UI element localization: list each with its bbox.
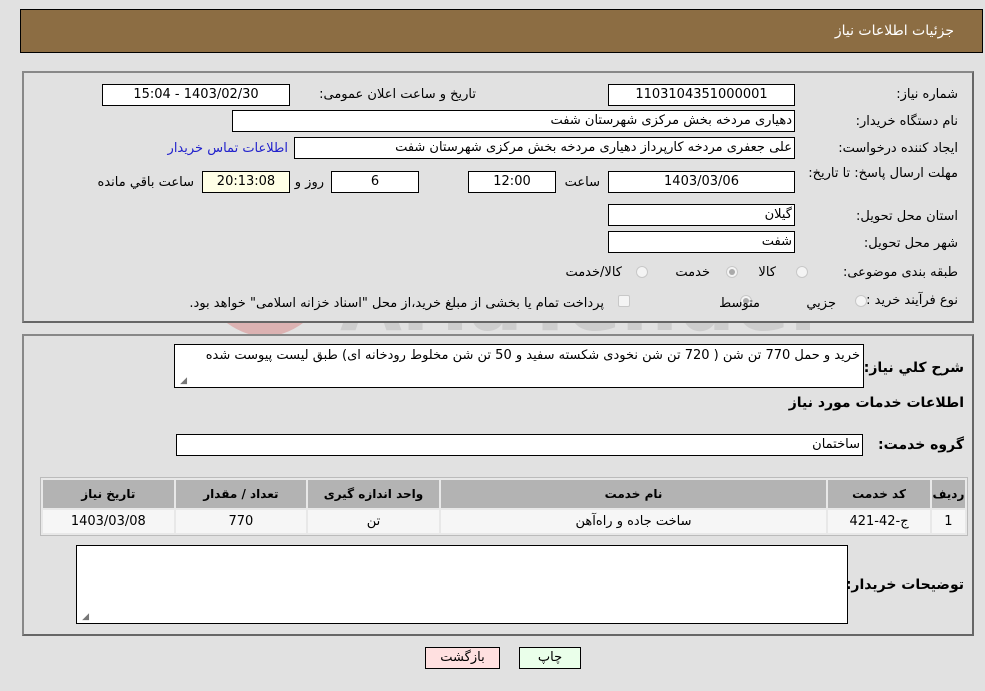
process-radio-minor[interactable] (855, 295, 867, 307)
province-label: استان محل تحویل: (856, 209, 958, 224)
process-option-medium: متوسط (719, 296, 760, 311)
announce-label: تاریخ و ساعت اعلان عمومی: (319, 87, 476, 102)
category-radio-service[interactable] (726, 266, 738, 278)
category-radio-goods[interactable] (796, 266, 808, 278)
col-header-need-date: تاریخ نیاز (43, 480, 174, 508)
col-header-unit: واحد اندازه گیری (308, 480, 439, 508)
buyer-notes-label: توضیحات خریدار: (845, 577, 964, 593)
summary-textarea[interactable]: خرید و حمل 770 تن شن ( 720 تن شن نخودی ش… (174, 344, 864, 388)
table-header-row: ردیف کد خدمت نام خدمت واحد اندازه گیری ت… (43, 480, 965, 508)
services-table: ردیف کد خدمت نام خدمت واحد اندازه گیری ت… (40, 477, 968, 536)
city-label: شهر محل تحویل: (863, 236, 958, 251)
col-header-row-number: ردیف (931, 480, 965, 508)
remaining-time-label: ساعت باقي مانده (97, 175, 194, 190)
province-field: گیلان (608, 204, 795, 226)
days-remaining-field: 6 (331, 171, 419, 193)
category-radio-goods-service[interactable] (636, 266, 648, 278)
col-header-service-code: کد خدمت (828, 480, 930, 508)
deadline-time-label: ساعت (564, 175, 600, 190)
need-details-panel: شماره نیاز: 1103104351000001 تاریخ و ساع… (22, 71, 974, 323)
category-option-service: خدمت (675, 265, 710, 280)
remaining-time-field: 20:13:08 (202, 171, 290, 193)
buyer-notes-textarea[interactable]: ◢ (76, 545, 848, 624)
announce-datetime-field: 1403/02/30 - 15:04 (102, 84, 290, 106)
cell-service-name: ساخت جاده و راه‌آهن (440, 510, 827, 533)
need-number-field: 1103104351000001 (608, 84, 795, 106)
buyer-org-label: نام دستگاه خریدار: (855, 114, 958, 129)
treasury-checkbox[interactable] (618, 295, 630, 307)
buyer-org-field: دهیاری مردخه بخش مرکزی شهرستان شفت (232, 110, 795, 132)
service-group-label: گروه خدمت: (878, 437, 964, 453)
services-section-title: اطلاعات خدمات مورد نیاز (788, 395, 964, 411)
back-button[interactable]: بازگشت (425, 647, 500, 669)
category-option-goods: کالا (758, 265, 776, 280)
category-option-goods-service: کالا/خدمت (565, 265, 622, 280)
creator-field: علی جعفری مردخه کارپرداز دهیاری مردخه بخ… (294, 137, 795, 159)
page-header: جزئیات اطلاعات نیاز (20, 9, 983, 53)
cell-quantity: 770 (175, 510, 307, 533)
city-field: شفت (608, 231, 795, 253)
table-row: 1 ج-42-421 ساخت جاده و راه‌آهن تن 770 14… (43, 510, 965, 533)
need-services-panel: شرح کلي نياز: خرید و حمل 770 تن شن ( 720… (22, 334, 974, 636)
deadline-date-field: 1403/03/06 (608, 171, 795, 193)
process-option-minor: جزيي (806, 296, 836, 311)
process-type-label: نوع فرآیند خرید : (866, 293, 958, 308)
print-button[interactable]: چاپ (519, 647, 581, 669)
buyer-contact-link[interactable]: اطلاعات تماس خریدار (168, 141, 288, 156)
cell-row-number: 1 (931, 510, 965, 533)
category-label: طبقه بندی موضوعی: (842, 265, 958, 280)
resize-handle-icon[interactable]: ◢ (79, 612, 89, 622)
col-header-quantity: تعداد / مقدار (175, 480, 307, 508)
deadline-time-field: 12:00 (468, 171, 556, 193)
cell-unit: تن (308, 510, 439, 533)
service-group-field: ساختمان (176, 434, 863, 456)
summary-label: شرح کلي نياز: (863, 360, 964, 376)
creator-label: ایجاد کننده درخواست: (838, 141, 958, 156)
summary-text: خرید و حمل 770 تن شن ( 720 تن شن نخودی ش… (205, 348, 860, 363)
deadline-label: مهلت ارسال پاسخ: تا تاریخ: (808, 166, 958, 181)
need-number-label: شماره نیاز: (896, 87, 958, 102)
resize-handle-icon[interactable]: ◢ (177, 376, 187, 386)
col-header-service-name: نام خدمت (440, 480, 827, 508)
page-title: جزئیات اطلاعات نیاز (834, 23, 954, 39)
days-label: روز و (294, 175, 324, 190)
cell-service-code: ج-42-421 (828, 510, 930, 533)
treasury-note: پرداخت تمام یا بخشی از مبلغ خرید،از محل … (189, 296, 604, 311)
cell-need-date: 1403/03/08 (43, 510, 174, 533)
